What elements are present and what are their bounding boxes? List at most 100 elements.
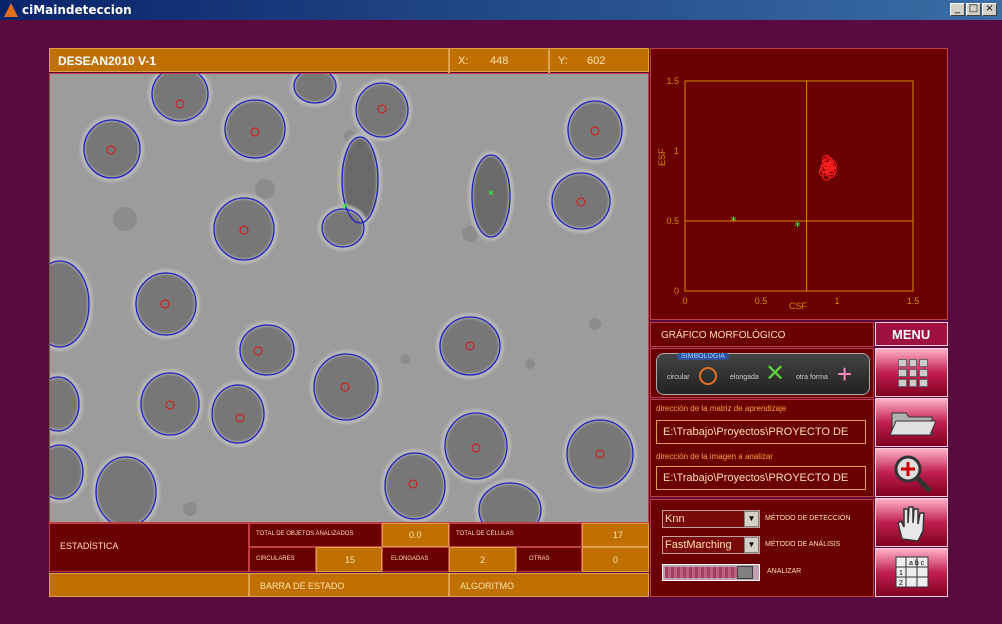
legend-panel: SIMBOLOGIA circular elongada ✕ otra form… — [650, 348, 874, 398]
stat-cell: 17 — [582, 523, 649, 547]
legend-elongada-label: elongada — [730, 374, 759, 381]
cell-body — [85, 121, 139, 177]
window-title: ciMaindeteccion — [22, 3, 132, 17]
circ-value: 15 — [345, 555, 356, 565]
x-coord-value: 448 — [490, 55, 509, 67]
table-icon: a b c 1 2 — [895, 556, 929, 588]
cell-center-elongated: * — [488, 188, 494, 202]
cell-body — [226, 101, 284, 157]
svg-text:1: 1 — [899, 570, 903, 577]
legend-circular-label: circular — [667, 374, 690, 381]
chevron-down-icon[interactable]: ▼ — [744, 537, 759, 553]
x-axis-label: CSF — [789, 301, 808, 311]
stat-cell: 0 — [582, 547, 649, 572]
microscopy-image[interactable]: * * — [49, 73, 649, 523]
analysis-method-value: FastMarching — [665, 539, 732, 551]
morph-label-box: GRÁFICO MORFOLÓGICO — [650, 322, 874, 347]
grid-button[interactable] — [875, 348, 948, 397]
legend-title: SIMBOLOGIA — [677, 353, 729, 360]
svg-text:a b c: a b c — [909, 560, 925, 567]
app-title: DESEAN2010 V-1 — [58, 54, 157, 68]
status-left — [49, 573, 249, 597]
cell-body — [142, 374, 198, 434]
analyze-slider[interactable] — [662, 564, 760, 581]
detection-method-select[interactable]: Knn ▼ — [662, 510, 760, 528]
menu-label: MENU — [892, 327, 931, 342]
total-obj-value: 0.0 — [409, 530, 422, 540]
elong-label: ELONGADAS — [391, 556, 429, 562]
y-tick-label: 0 — [674, 286, 679, 296]
otras-value: 0 — [613, 555, 619, 565]
total-obj-label: TOTAL DE OBJETOS ANALIZADOS — [256, 531, 354, 537]
image-path-field[interactable]: E:\Trabajo\Proyectos\PROYECTO DE — [656, 466, 866, 490]
cell-center-elongated: * — [342, 201, 348, 215]
scatter-point-elongated: * — [794, 220, 800, 234]
image-header: DESEAN2010 V-1 X: 448 Y: 602 — [49, 48, 649, 73]
detection-method-value: Knn — [665, 513, 685, 525]
stats-title: ESTADÍSTICA — [60, 541, 119, 551]
algorithm-bar: ALGORITMO — [449, 573, 649, 597]
cell-body — [215, 199, 273, 259]
image-path-label: dirección de la imagen a analizar — [656, 452, 773, 461]
grid-icon — [898, 359, 928, 387]
cell-body — [569, 102, 621, 158]
circle-icon — [699, 367, 717, 385]
morphology-chart: 0 0.5 1 1.5 0 0.5 1 1.5 CSF ESF * * — [650, 48, 948, 320]
elong-value: 2 — [480, 555, 486, 565]
close-icon[interactable]: × — [982, 3, 997, 16]
plus-icon: + — [837, 359, 853, 389]
slider-handle[interactable] — [737, 566, 753, 579]
y-axis-label: ESF — [657, 148, 667, 166]
y-tick-label: 1 — [674, 146, 679, 156]
table-button[interactable]: a b c 1 2 — [875, 548, 948, 597]
zoom-button[interactable] — [875, 448, 948, 497]
zoom-in-icon — [894, 455, 932, 493]
x-tick-label: 0 — [682, 296, 687, 306]
cell-body — [323, 210, 363, 246]
legend-otra-label: otra forma — [796, 374, 828, 381]
hand-icon — [897, 506, 925, 542]
analysis-method-label: MÉTODO DE ANÁLISIS — [765, 541, 841, 548]
maximize-icon[interactable]: □ — [966, 3, 981, 16]
morph-label: GRÁFICO MORFOLÓGICO — [661, 330, 786, 341]
x-tick-label: 1.5 — [907, 296, 920, 306]
analysis-method-select[interactable]: FastMarching ▼ — [662, 536, 760, 554]
divider — [448, 49, 450, 73]
cell-body — [137, 274, 195, 334]
status-bar-label: BARRA DE ESTADO — [260, 581, 345, 591]
stat-cell: TOTAL DE CÉLULAS — [449, 523, 582, 547]
menu-header: MENU — [875, 322, 948, 346]
cell-body — [386, 454, 444, 518]
minimize-icon[interactable]: _ — [950, 3, 965, 16]
y-coord-value: 602 — [587, 55, 606, 67]
scatter-point-elongated: * — [731, 214, 737, 228]
cell-body — [441, 318, 499, 374]
chevron-down-icon[interactable]: ▼ — [744, 511, 759, 527]
otras-label: OTRAS — [529, 556, 550, 562]
scatter-plot: 0 0.5 1 1.5 0 0.5 1 1.5 CSF ESF * * — [657, 76, 920, 311]
matrix-path-field[interactable]: E:\Trabajo\Proyectos\PROYECTO DE — [656, 420, 866, 444]
pan-button[interactable] — [875, 498, 948, 547]
cell-body — [568, 421, 632, 487]
stat-cell: 2 — [449, 547, 516, 572]
stat-cell: OTRAS — [516, 547, 582, 572]
total-cel-label: TOTAL DE CÉLULAS — [456, 531, 514, 537]
matlab-icon — [4, 3, 18, 17]
plot-frame — [684, 80, 914, 292]
open-folder-button[interactable] — [875, 398, 948, 447]
stat-cell: ELONGADAS — [382, 547, 449, 572]
divider — [548, 49, 550, 73]
algorithm-label: ALGORITMO — [460, 581, 515, 591]
x-tick-label: 0.5 — [755, 296, 768, 306]
status-bar: BARRA DE ESTADO — [249, 573, 449, 597]
stat-cell: 0.0 — [382, 523, 449, 547]
cell-image-svg: ** — [50, 74, 648, 522]
y-tick-label: 1.5 — [666, 76, 679, 86]
circ-label: CIRCULARES — [256, 556, 295, 562]
x-coord-label: X: — [458, 55, 469, 67]
folder-icon — [889, 412, 937, 436]
stat-cell: CIRCULARES — [249, 547, 316, 572]
cell-body — [241, 326, 293, 374]
cell-body — [446, 414, 506, 478]
matrix-path-label: dirección de la matriz de aprendizaje — [656, 404, 787, 413]
